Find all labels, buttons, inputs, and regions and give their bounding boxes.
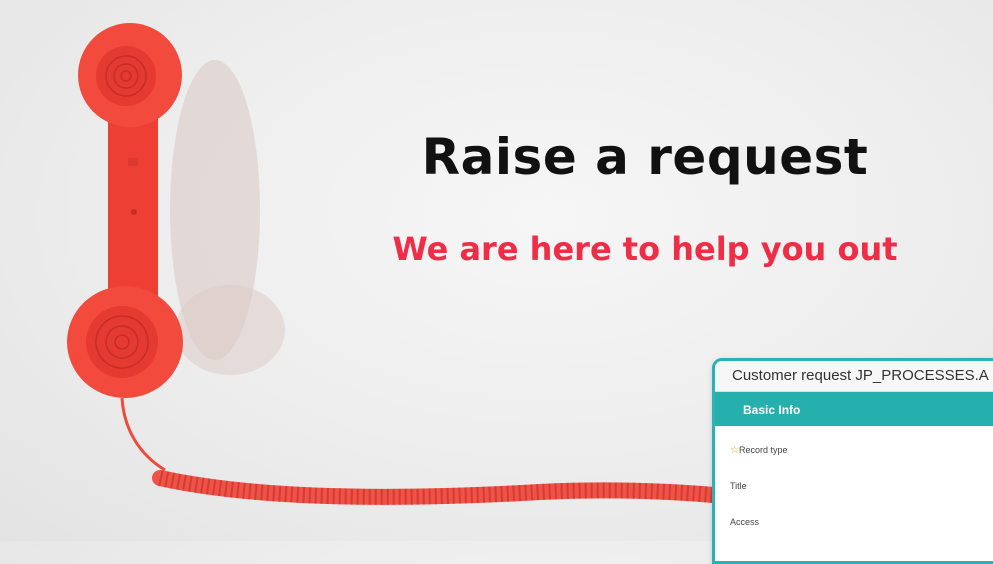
page-subtitle: We are here to help you out: [392, 230, 898, 268]
access-field[interactable]: Access: [730, 517, 759, 527]
record-type-field[interactable]: ☆Record type: [730, 445, 788, 456]
page-title: Raise a request: [421, 128, 869, 186]
star-icon: ☆: [730, 445, 739, 456]
field-label: Title: [730, 481, 747, 491]
field-label: Record type: [738, 445, 788, 455]
title-field[interactable]: Title: [730, 481, 747, 491]
tab-basic-info[interactable]: Basic Info: [715, 392, 993, 426]
customer-request-form: Customer request JP_PROCESSES.A Basic In…: [712, 358, 993, 564]
field-label: Access: [730, 517, 760, 527]
form-title: Customer request JP_PROCESSES.A: [715, 361, 993, 392]
tab-label: Basic Info: [743, 403, 801, 417]
